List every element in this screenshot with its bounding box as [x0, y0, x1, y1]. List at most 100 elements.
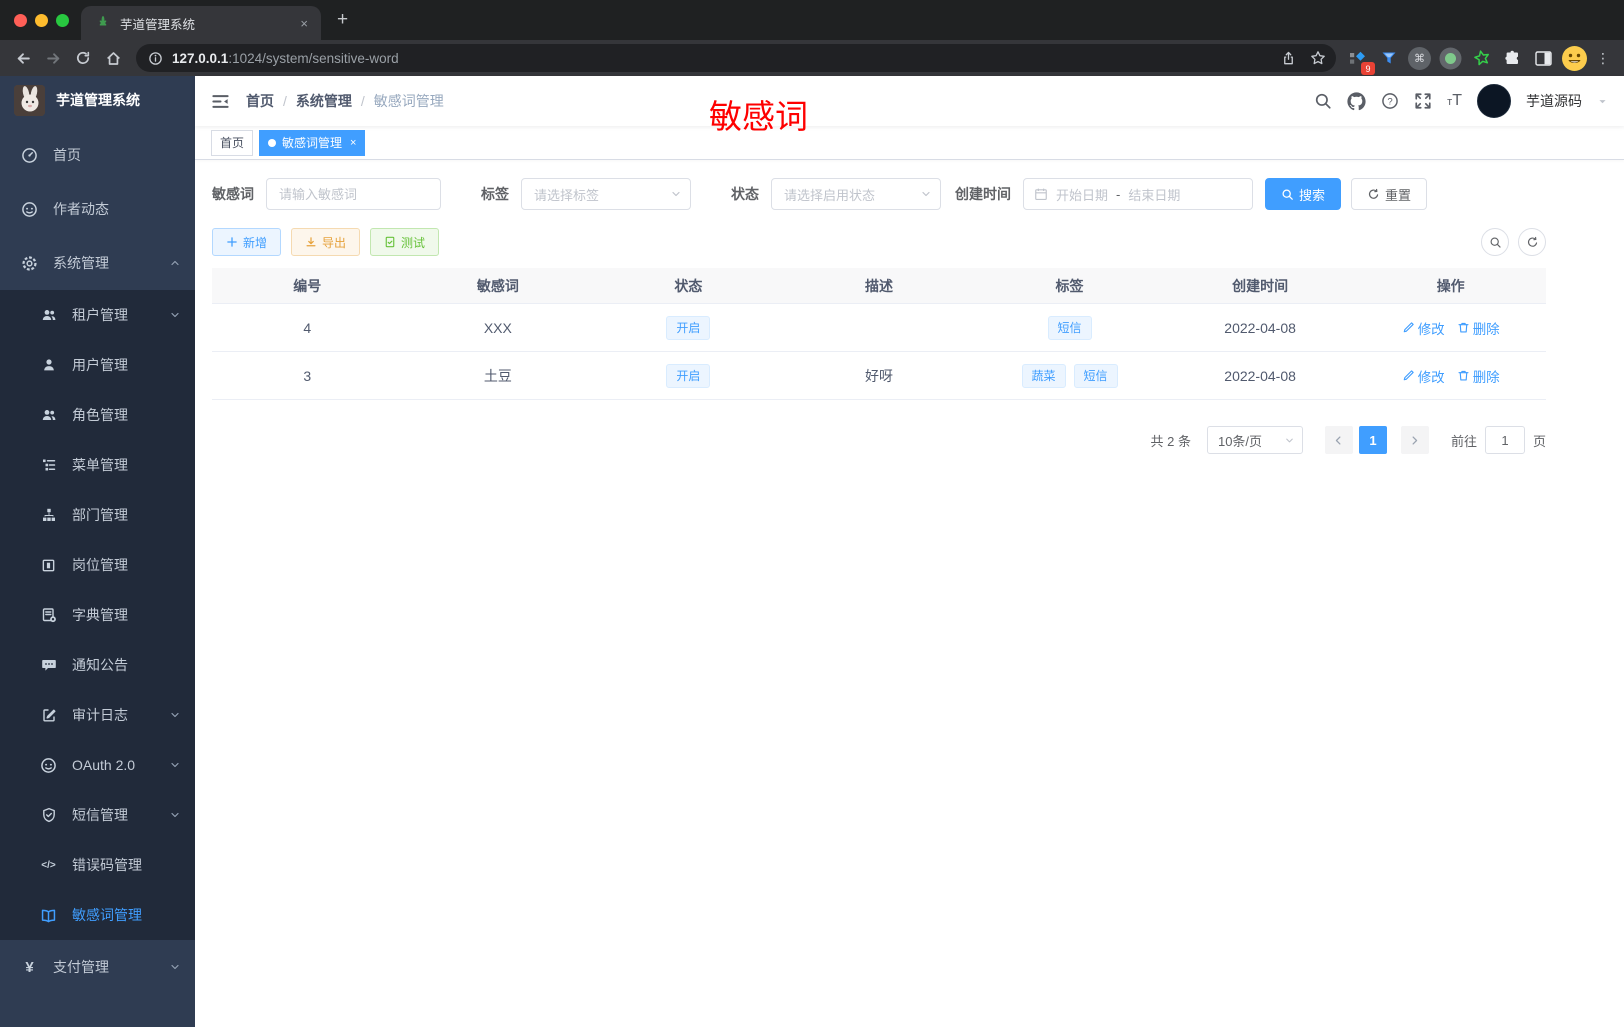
tag-select[interactable]: 请选择标签 — [521, 178, 691, 210]
page-number-button[interactable]: 1 — [1358, 426, 1387, 454]
command-glyph: ⌘ — [1408, 46, 1431, 70]
browser-menu-icon[interactable]: ⋮ — [1590, 50, 1616, 67]
cell-tags: 蔬菜 短信 — [974, 352, 1165, 400]
sidebar-item-departments[interactable]: 部门管理 — [0, 490, 195, 540]
site-info-icon[interactable] — [148, 51, 163, 66]
status-label: 状态 — [731, 186, 759, 202]
browser-tab[interactable]: 芋道管理系统 × — [81, 6, 321, 40]
date-range-picker[interactable]: 开始日期 - 结束日期 — [1023, 178, 1253, 210]
search-icon[interactable] — [1314, 92, 1332, 110]
org-chart-icon — [40, 507, 57, 523]
sidebar-item-payments[interactable]: ¥ 支付管理 — [0, 940, 195, 994]
minimize-window-button[interactable] — [35, 14, 48, 27]
back-icon[interactable] — [8, 44, 38, 72]
zoom-window-button[interactable] — [56, 14, 69, 27]
page-content: 敏感词 标签 请选择标签 状态 请选择启用状态 创建时间 — [195, 160, 1624, 1027]
sidebar-logo-row[interactable]: 芋道管理系统 — [0, 76, 195, 124]
goto-page-input[interactable] — [1484, 426, 1525, 454]
delete-link[interactable]: 删除 — [1457, 366, 1500, 386]
sidebar-item-roles[interactable]: 角色管理 — [0, 390, 195, 440]
sidebar: 芋道管理系统 首页 作者动态 系统管理 租户管理 用户管理 角色管理 菜单管理 … — [0, 76, 195, 1027]
breadcrumb-current: 敏感词管理 — [373, 93, 444, 109]
reload-icon[interactable] — [68, 44, 98, 72]
sidebar-item-oauth[interactable]: OAuth 2.0 — [0, 740, 195, 790]
sidebar-item-system[interactable]: 系统管理 — [0, 236, 195, 290]
cell-status: 开启 — [593, 352, 784, 400]
caret-down-icon[interactable] — [1597, 96, 1608, 107]
breadcrumb: 首页 / 系统管理 / 敏感词管理 — [246, 91, 444, 111]
url-bar[interactable]: 127.0.0.1:1024/system/sensitive-word — [136, 44, 1336, 72]
close-tag-icon[interactable]: × — [350, 137, 356, 149]
chevron-down-icon — [169, 759, 181, 771]
close-window-button[interactable] — [14, 14, 27, 27]
browser-tab-title: 芋道管理系统 — [120, 17, 196, 32]
font-size-icon[interactable]: тT — [1447, 93, 1462, 109]
user-avatar[interactable] — [1477, 84, 1511, 118]
status-badge: 开启 — [666, 363, 711, 388]
author-feed-icon — [21, 201, 38, 218]
delete-link[interactable]: 删除 — [1457, 318, 1500, 338]
github-icon[interactable] — [1347, 91, 1366, 111]
gear-icon — [21, 255, 38, 272]
chevron-up-icon — [169, 257, 181, 269]
test-button[interactable]: 测试 — [370, 228, 440, 256]
url-text[interactable]: 127.0.0.1:1024/system/sensitive-word — [172, 51, 1267, 66]
macos-window-controls[interactable] — [0, 14, 81, 40]
search-button[interactable]: 搜索 — [1265, 178, 1342, 210]
tag-view-home[interactable]: 首页 — [211, 129, 254, 156]
fullscreen-icon[interactable] — [1414, 92, 1432, 110]
table-header-row: 编号 敏感词 状态 描述 标签 创建时间 操作 — [212, 268, 1546, 304]
extension-command-icon[interactable]: ⌘ — [1404, 44, 1435, 72]
extensions-puzzle-icon[interactable] — [1497, 44, 1528, 72]
tag-view-sensitive-words[interactable]: 敏感词管理 × — [259, 129, 366, 156]
new-tab-button[interactable]: + — [321, 6, 348, 40]
search-toggle-icon[interactable] — [1481, 228, 1509, 256]
breadcrumb-home[interactable]: 首页 — [246, 91, 274, 111]
home-icon[interactable] — [98, 44, 128, 72]
sidebar-item-author-feed[interactable]: 作者动态 — [0, 182, 195, 236]
forward-icon[interactable] — [38, 44, 68, 72]
sidebar-item-audit-log[interactable]: 审计日志 — [0, 690, 195, 740]
sidebar-item-sensitive-words[interactable]: 敏感词管理 — [0, 890, 195, 940]
bookmark-star-icon[interactable] — [1310, 50, 1326, 66]
sidebar-item-home[interactable]: 首页 — [0, 128, 195, 182]
sidebar-item-error-codes[interactable]: </> 错误码管理 — [0, 840, 195, 890]
reset-button[interactable]: 重置 — [1351, 178, 1428, 210]
edit-link[interactable]: 修改 — [1402, 318, 1445, 338]
cell-id: 3 — [212, 352, 403, 400]
keyword-input[interactable] — [267, 179, 440, 209]
sidebar-item-tenants[interactable]: 租户管理 — [0, 290, 195, 340]
add-button[interactable]: 新增 — [212, 228, 282, 256]
help-icon[interactable]: ? — [1381, 92, 1399, 110]
profile-avatar-emoji[interactable] — [1559, 44, 1590, 72]
extension-funnel-icon[interactable] — [1373, 44, 1404, 72]
next-page-button[interactable] — [1400, 426, 1429, 454]
sidebar-item-dictionary[interactable]: 字典管理 — [0, 590, 195, 640]
sidebar-item-users[interactable]: 用户管理 — [0, 340, 195, 390]
cell-created: 2022-04-08 — [1164, 304, 1356, 352]
delete-link-label: 删除 — [1472, 321, 1500, 337]
refresh-icon[interactable] — [1518, 228, 1546, 256]
dictionary-icon — [40, 607, 57, 623]
extension-green-star-icon[interactable] — [1466, 44, 1497, 72]
export-button[interactable]: 导出 — [291, 228, 361, 256]
pagination: 共 2 条 10条/页 1 前往 页 — [212, 426, 1546, 454]
share-icon[interactable] — [1281, 51, 1296, 66]
extension-grid-icon[interactable]: 9 — [1342, 44, 1375, 75]
extension-record-icon[interactable] — [1435, 44, 1466, 72]
sidebar-item-menus[interactable]: 菜单管理 — [0, 440, 195, 490]
side-panel-icon[interactable] — [1528, 44, 1559, 72]
sidebar-collapse-icon[interactable] — [211, 92, 230, 111]
status-select[interactable]: 请选择启用状态 — [771, 178, 941, 210]
close-tab-icon[interactable]: × — [297, 16, 311, 31]
page-size-select[interactable]: 10条/页 — [1206, 426, 1303, 454]
prev-page-button[interactable] — [1324, 426, 1353, 454]
sidebar-item-sms[interactable]: 短信管理 — [0, 790, 195, 840]
sidebar-item-label: 支付管理 — [53, 959, 109, 975]
sidebar-item-announcements[interactable]: 通知公告 — [0, 640, 195, 690]
edit-link[interactable]: 修改 — [1402, 366, 1445, 386]
goto-label: 前往 — [1450, 433, 1477, 449]
sidebar-item-label: 菜单管理 — [72, 457, 128, 473]
sidebar-item-posts[interactable]: 岗位管理 — [0, 540, 195, 590]
breadcrumb-system[interactable]: 系统管理 — [296, 91, 352, 111]
